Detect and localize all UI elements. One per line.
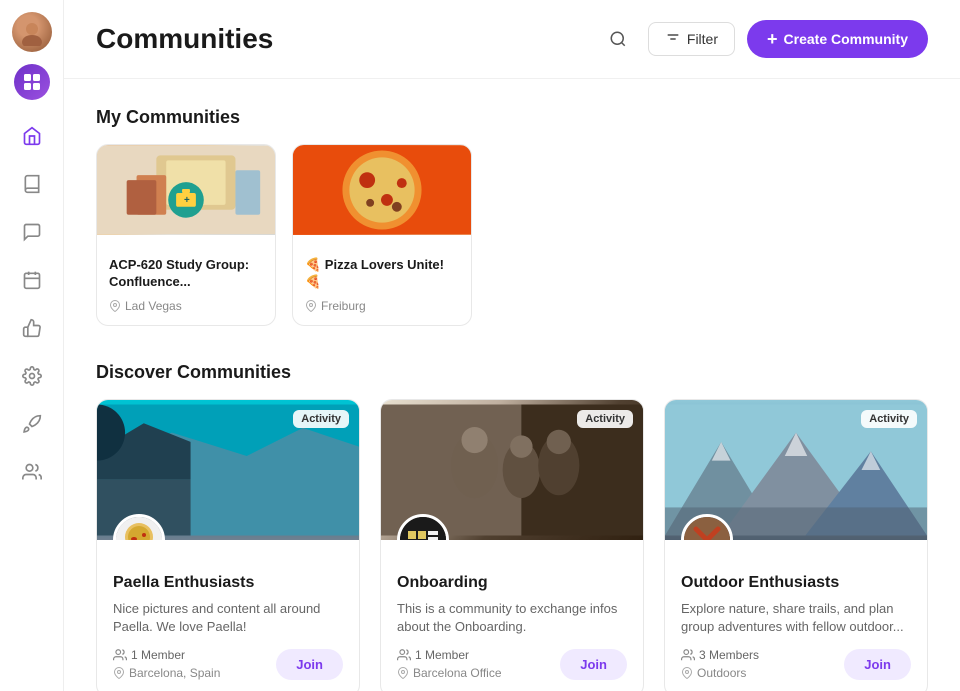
filter-label: Filter: [687, 31, 718, 47]
acp-card-image: +: [97, 145, 275, 235]
paella-card-body: Paella Enthusiasts Nice pictures and con…: [97, 540, 359, 691]
paella-location: Barcelona, Spain: [113, 666, 220, 680]
paella-card-meta: 1 Member Barcelona, Spain: [113, 648, 220, 680]
location-icon: [305, 300, 317, 312]
my-communities-title: My Communities: [96, 107, 928, 128]
onboarding-card-image: Activity: [381, 400, 643, 540]
outdoor-card-body: Outdoor Enthusiasts Explore nature, shar…: [665, 540, 927, 691]
pizza-card-image: [293, 145, 471, 235]
discover-communities-title: Discover Communities: [96, 362, 928, 383]
sidebar-item-library[interactable]: [12, 164, 52, 204]
sidebar-item-people[interactable]: [12, 452, 52, 492]
app-logo: [14, 64, 50, 100]
outdoor-location: Outdoors: [681, 666, 759, 680]
paella-card-image: Activity: [97, 400, 359, 540]
paella-location-text: Barcelona, Spain: [129, 666, 220, 680]
onboarding-location: Barcelona Office: [397, 666, 502, 680]
svg-text:+: +: [184, 195, 190, 206]
acp-card-title: ACP-620 Study Group: Confluence...: [109, 257, 263, 291]
members-icon: [681, 648, 695, 662]
discover-communities-section: Discover Communities Activity: [96, 362, 928, 691]
onboarding-card[interactable]: Activity: [380, 399, 644, 691]
onboarding-join-button[interactable]: Join: [560, 649, 627, 680]
onboarding-card-footer: 1 Member Barcelona Office: [397, 648, 627, 680]
my-communities-section: My Communities: [96, 107, 928, 326]
acp-card-location: Lad Vegas: [109, 299, 263, 313]
sidebar-item-home[interactable]: [12, 116, 52, 156]
location-icon: [109, 300, 121, 312]
members-icon: [397, 648, 411, 662]
create-icon: +: [767, 30, 778, 48]
outdoor-activity-badge: Activity: [861, 410, 917, 428]
onboarding-location-text: Barcelona Office: [413, 666, 502, 680]
main-content: Communities Filter + Create Community: [64, 0, 960, 691]
pizza-card-title: 🍕 Pizza Lovers Unite! 🍕: [305, 257, 459, 291]
create-label: Create Community: [784, 31, 908, 47]
acp-card-body: ACP-620 Study Group: Confluence... Lad V…: [97, 235, 275, 325]
outdoor-enthusiasts-card[interactable]: Activity: [664, 399, 928, 691]
location-icon: [681, 667, 693, 679]
paella-members: 1 Member: [113, 648, 220, 662]
create-community-button[interactable]: + Create Community: [747, 20, 928, 58]
acp-location-text: Lad Vegas: [125, 299, 182, 313]
outdoor-card-desc: Explore nature, share trails, and plan g…: [681, 600, 911, 636]
filter-button[interactable]: Filter: [648, 22, 735, 56]
outdoor-members-text: 3 Members: [699, 648, 759, 662]
acp-620-card[interactable]: + ACP-620 Study Group: Confluence... Lad…: [96, 144, 276, 326]
user-avatar[interactable]: [12, 12, 52, 52]
paella-card-title: Paella Enthusiasts: [113, 574, 343, 592]
my-communities-grid: + ACP-620 Study Group: Confluence... Lad…: [96, 144, 928, 326]
sidebar-item-rocket[interactable]: [12, 404, 52, 444]
content-area: My Communities: [64, 79, 960, 691]
onboarding-activity-badge: Activity: [577, 410, 633, 428]
sidebar-item-calendar[interactable]: [12, 260, 52, 300]
pizza-card-body: 🍕 Pizza Lovers Unite! 🍕 Freiburg: [293, 235, 471, 325]
paella-enthusiasts-card[interactable]: Activity: [96, 399, 360, 691]
discover-communities-grid: Activity: [96, 399, 928, 691]
location-icon: [397, 667, 409, 679]
outdoor-card-image: Activity: [665, 400, 927, 540]
paella-card-footer: 1 Member Barcelona, Spain: [113, 648, 343, 680]
pizza-card-location: Freiburg: [305, 299, 459, 313]
page-header: Communities Filter + Create Community: [64, 0, 960, 79]
onboarding-members-text: 1 Member: [415, 648, 469, 662]
header-actions: Filter + Create Community: [600, 20, 928, 58]
sidebar-item-settings[interactable]: [12, 356, 52, 396]
outdoor-card-title: Outdoor Enthusiasts: [681, 574, 911, 592]
onboarding-card-meta: 1 Member Barcelona Office: [397, 648, 502, 680]
search-button[interactable]: [600, 21, 636, 57]
onboarding-card-title: Onboarding: [397, 574, 627, 592]
paella-members-text: 1 Member: [131, 648, 185, 662]
sidebar: [0, 0, 64, 691]
location-icon: [113, 667, 125, 679]
paella-activity-badge: Activity: [293, 410, 349, 428]
paella-card-desc: Nice pictures and content all around Pae…: [113, 600, 343, 636]
onboarding-members: 1 Member: [397, 648, 502, 662]
outdoor-members: 3 Members: [681, 648, 759, 662]
outdoor-location-text: Outdoors: [697, 666, 746, 680]
members-icon: [113, 648, 127, 662]
sidebar-item-likes[interactable]: [12, 308, 52, 348]
onboarding-card-desc: This is a community to exchange infos ab…: [397, 600, 627, 636]
pizza-lovers-card[interactable]: 🍕 Pizza Lovers Unite! 🍕 Freiburg: [292, 144, 472, 326]
outdoor-card-footer: 3 Members Outdoors Joi: [681, 648, 911, 680]
outdoor-join-button[interactable]: Join: [844, 649, 911, 680]
onboarding-card-body: Onboarding This is a community to exchan…: [381, 540, 643, 691]
paella-join-button[interactable]: Join: [276, 649, 343, 680]
outdoor-card-meta: 3 Members Outdoors: [681, 648, 759, 680]
pizza-location-text: Freiburg: [321, 299, 366, 313]
sidebar-item-messages[interactable]: [12, 212, 52, 252]
page-title: Communities: [96, 23, 600, 55]
